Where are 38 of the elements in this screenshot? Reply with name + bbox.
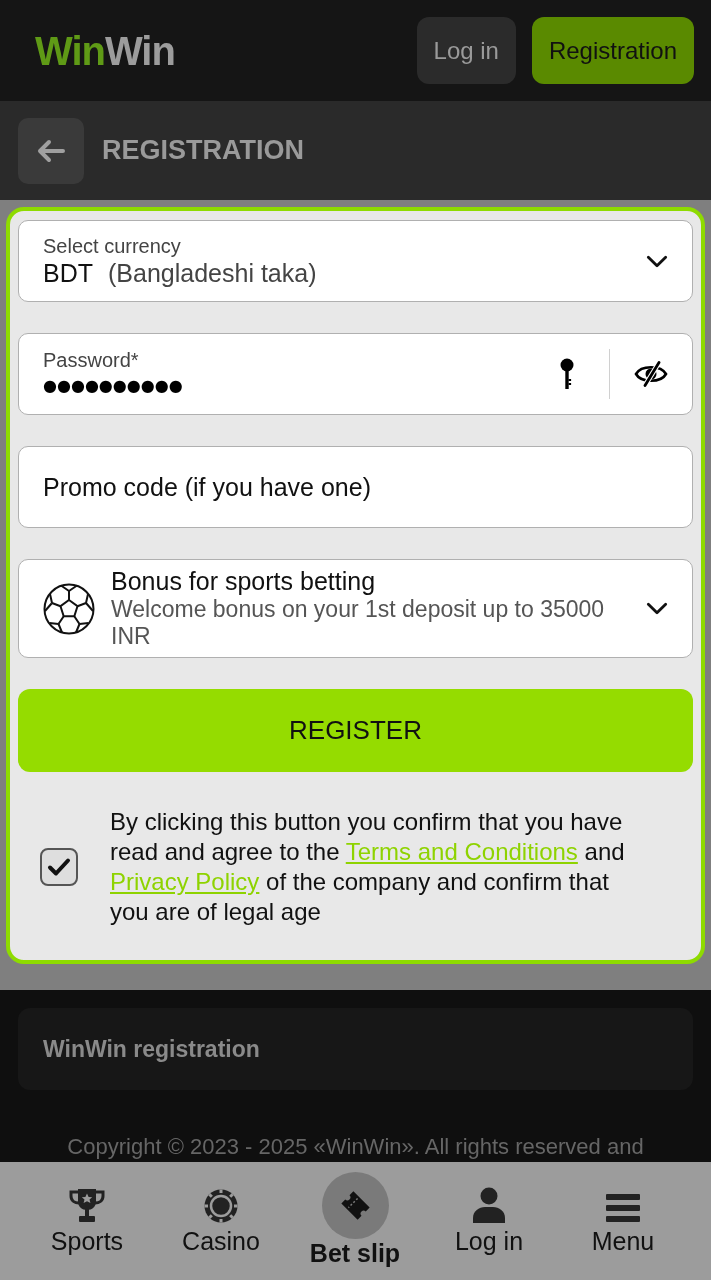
chevron-down-icon[interactable] xyxy=(646,254,668,268)
bonus-description: Welcome bonus on your 1st deposit up to 35000 INR xyxy=(111,596,606,650)
consent-checkbox[interactable] xyxy=(40,848,78,886)
ticket-icon[interactable] xyxy=(321,1172,389,1239)
soccer-ball-icon xyxy=(43,582,95,635)
field-label: Password* xyxy=(43,348,140,372)
nav-tab[interactable]: Menu xyxy=(556,1162,690,1255)
bonus-title: Bonus for sports betting xyxy=(111,567,377,596)
password-field[interactable]: Password* ●●●●●●●●●● xyxy=(18,333,693,415)
copyright-text: Copyright © 2023 - 2025 «WinWin». All rights reserved and xyxy=(66,1134,645,1160)
trophy-icon[interactable] xyxy=(69,1187,105,1223)
poker-chip-icon[interactable] xyxy=(204,1189,238,1223)
consent-text: By clicking this button you confirm that you have read and agree to the Terms and Conditions and Privacy Policy of the company and confirm that you are of legal age xyxy=(110,807,626,927)
back-arrow-icon[interactable] xyxy=(36,138,66,163)
nav-tab[interactable]: Bet slip xyxy=(288,1162,422,1267)
person-icon[interactable] xyxy=(472,1187,506,1223)
info-card[interactable]: WinWin registration xyxy=(18,1008,693,1090)
field-label: Select currency xyxy=(43,234,182,258)
currency-select[interactable]: Select currency BDT (Bangladeshi taka) xyxy=(18,220,693,302)
currency-name: (Bangladeshi taka) xyxy=(108,258,317,288)
nav-tab[interactable]: Sports xyxy=(20,1162,154,1255)
nav-tab[interactable]: Log in xyxy=(422,1162,556,1255)
registration-button[interactable]: Registration xyxy=(531,17,694,84)
back-button[interactable] xyxy=(18,117,84,184)
info-card-title: WinWin registration xyxy=(43,1034,260,1064)
page-title: REGISTRATION xyxy=(102,134,304,167)
register-button[interactable]: REGISTER xyxy=(18,689,693,772)
logo[interactable]: WinWin xyxy=(35,30,175,71)
menu-icon[interactable] xyxy=(606,1193,640,1223)
currency-code: BDT xyxy=(43,258,93,288)
key-icon xyxy=(559,358,575,390)
login-button[interactable]: Log in xyxy=(416,17,516,84)
eye-slash-icon[interactable] xyxy=(634,361,668,387)
chevron-down-icon[interactable] xyxy=(646,602,668,615)
password-value: ●●●●●●●●●● xyxy=(43,375,184,397)
promo-code-field[interactable]: Promo code (if you have one) xyxy=(18,446,693,528)
bonus-select[interactable]: Bonus for sports betting Welcome bonus on your 1st deposit up to 35000 INR xyxy=(18,559,693,658)
nav-tab[interactable]: Casino xyxy=(154,1162,288,1255)
